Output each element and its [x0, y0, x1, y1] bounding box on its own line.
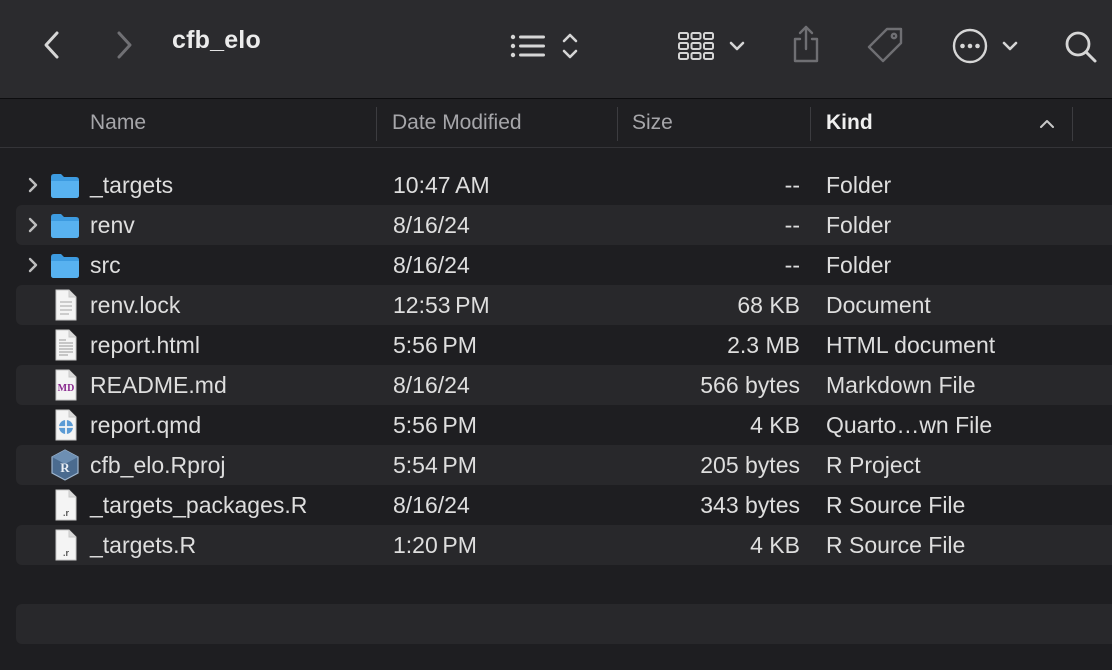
back-chevron-icon[interactable]	[38, 28, 66, 62]
rproj-file-icon: R	[50, 448, 80, 482]
quarto-file-icon	[50, 408, 80, 442]
file-size: --	[784, 252, 800, 278]
r-source-file-icon: .r	[50, 528, 80, 562]
file-size: 4 KB	[750, 412, 800, 438]
file-kind: R Source File	[826, 492, 966, 518]
file-row[interactable]: renv 8/16/24 -- Folder	[16, 205, 1112, 245]
file-date: 5:56 PM	[393, 412, 477, 438]
document-icon	[50, 288, 80, 322]
file-kind: Markdown File	[826, 372, 976, 398]
file-kind: Document	[826, 292, 931, 318]
rproj-icon-label: R	[60, 460, 70, 475]
finder-window: cfb_elo Name Date Modified Size Kind _ta…	[0, 0, 1112, 670]
sort-updown-icon[interactable]	[558, 28, 582, 64]
markdown-file-icon: MD	[50, 368, 80, 402]
file-row[interactable]: report.qmd 5:56 PM 4 KB Quarto…wn File	[16, 405, 1112, 445]
file-size: 205 bytes	[700, 452, 800, 478]
file-row[interactable]: renv.lock 12:53 PM 68 KB Document	[16, 285, 1112, 325]
window-title: cfb_elo	[172, 26, 261, 54]
file-name: README.md	[90, 372, 227, 398]
tag-icon[interactable]	[864, 24, 906, 66]
grid-view-icon[interactable]	[674, 28, 718, 64]
column-divider[interactable]	[1072, 107, 1073, 141]
file-name: _targets_packages.R	[90, 492, 308, 518]
file-kind: HTML document	[826, 332, 996, 358]
chevron-down-icon[interactable]	[727, 36, 747, 56]
empty-list-row	[16, 604, 1112, 644]
file-date: 8/16/24	[393, 212, 470, 238]
column-date-header[interactable]: Date Modified	[392, 99, 522, 147]
column-name-header[interactable]: Name	[90, 99, 146, 147]
file-row[interactable]: R cfb_elo.Rproj 5:54 PM 205 bytes R Proj…	[16, 445, 1112, 485]
file-date: 1:20 PM	[393, 532, 477, 558]
file-row[interactable]: .r _targets_packages.R 8/16/24 343 bytes…	[16, 485, 1112, 525]
file-kind: R Source File	[826, 532, 966, 558]
file-kind: R Project	[826, 452, 921, 478]
file-kind: Folder	[826, 212, 892, 238]
file-size: --	[784, 172, 800, 198]
column-size-header[interactable]: Size	[632, 99, 673, 147]
file-name: report.qmd	[90, 412, 202, 438]
file-name: cfb_elo.Rproj	[90, 452, 226, 478]
column-kind-header[interactable]: Kind	[826, 99, 873, 147]
file-row[interactable]: _targets 10:47 AM -- Folder	[16, 165, 1112, 205]
file-name: _targets	[90, 172, 174, 198]
column-header: Name Date Modified Size Kind	[0, 99, 1112, 148]
folder-icon	[50, 168, 80, 202]
toolbar: cfb_elo	[0, 0, 1112, 99]
file-size: 566 bytes	[700, 372, 800, 398]
forward-chevron-icon[interactable]	[110, 28, 138, 62]
file-row[interactable]: MD README.md 8/16/24 566 bytes Markdown …	[16, 365, 1112, 405]
file-row[interactable]: .r _targets.R 1:20 PM 4 KB R Source File	[16, 525, 1112, 565]
column-divider[interactable]	[617, 107, 618, 141]
r-source-icon-label: .r	[63, 548, 70, 558]
file-kind: Folder	[826, 172, 892, 198]
file-date: 10:47 AM	[393, 172, 490, 198]
file-date: 8/16/24	[393, 492, 470, 518]
file-size: --	[784, 212, 800, 238]
file-date: 5:56 PM	[393, 332, 477, 358]
list-view-icon[interactable]	[508, 30, 548, 62]
more-icon[interactable]	[950, 26, 990, 66]
folder-icon	[50, 208, 80, 242]
file-size: 343 bytes	[700, 492, 800, 518]
folder-icon	[50, 248, 80, 282]
file-name: report.html	[90, 332, 200, 358]
file-size: 2.3 MB	[727, 332, 800, 358]
share-icon[interactable]	[788, 22, 824, 66]
file-kind: Quarto…wn File	[826, 412, 993, 438]
r-source-file-icon: .r	[50, 488, 80, 522]
file-kind: Folder	[826, 252, 892, 278]
file-name: _targets.R	[90, 532, 197, 558]
disclosure-chevron-icon[interactable]	[26, 173, 40, 197]
file-size: 4 KB	[750, 532, 800, 558]
file-size: 68 KB	[737, 292, 800, 318]
file-row[interactable]: report.html 5:56 PM 2.3 MB HTML document	[16, 325, 1112, 365]
html-file-icon	[50, 328, 80, 362]
file-date: 12:53 PM	[393, 292, 490, 318]
column-divider[interactable]	[810, 107, 811, 141]
file-name: renv.lock	[90, 292, 181, 318]
file-name: src	[90, 252, 121, 278]
file-name: renv	[90, 212, 135, 238]
markdown-icon-label: MD	[58, 383, 75, 394]
search-icon[interactable]	[1062, 28, 1100, 66]
file-date: 5:54 PM	[393, 452, 477, 478]
sort-ascending-icon[interactable]	[1038, 115, 1056, 133]
disclosure-chevron-icon[interactable]	[26, 213, 40, 237]
chevron-down-icon[interactable]	[1000, 36, 1020, 56]
column-divider[interactable]	[376, 107, 377, 141]
disclosure-chevron-icon[interactable]	[26, 253, 40, 277]
file-date: 8/16/24	[393, 252, 470, 278]
file-date: 8/16/24	[393, 372, 470, 398]
file-row[interactable]: src 8/16/24 -- Folder	[16, 245, 1112, 285]
r-source-icon-label: .r	[63, 508, 70, 518]
